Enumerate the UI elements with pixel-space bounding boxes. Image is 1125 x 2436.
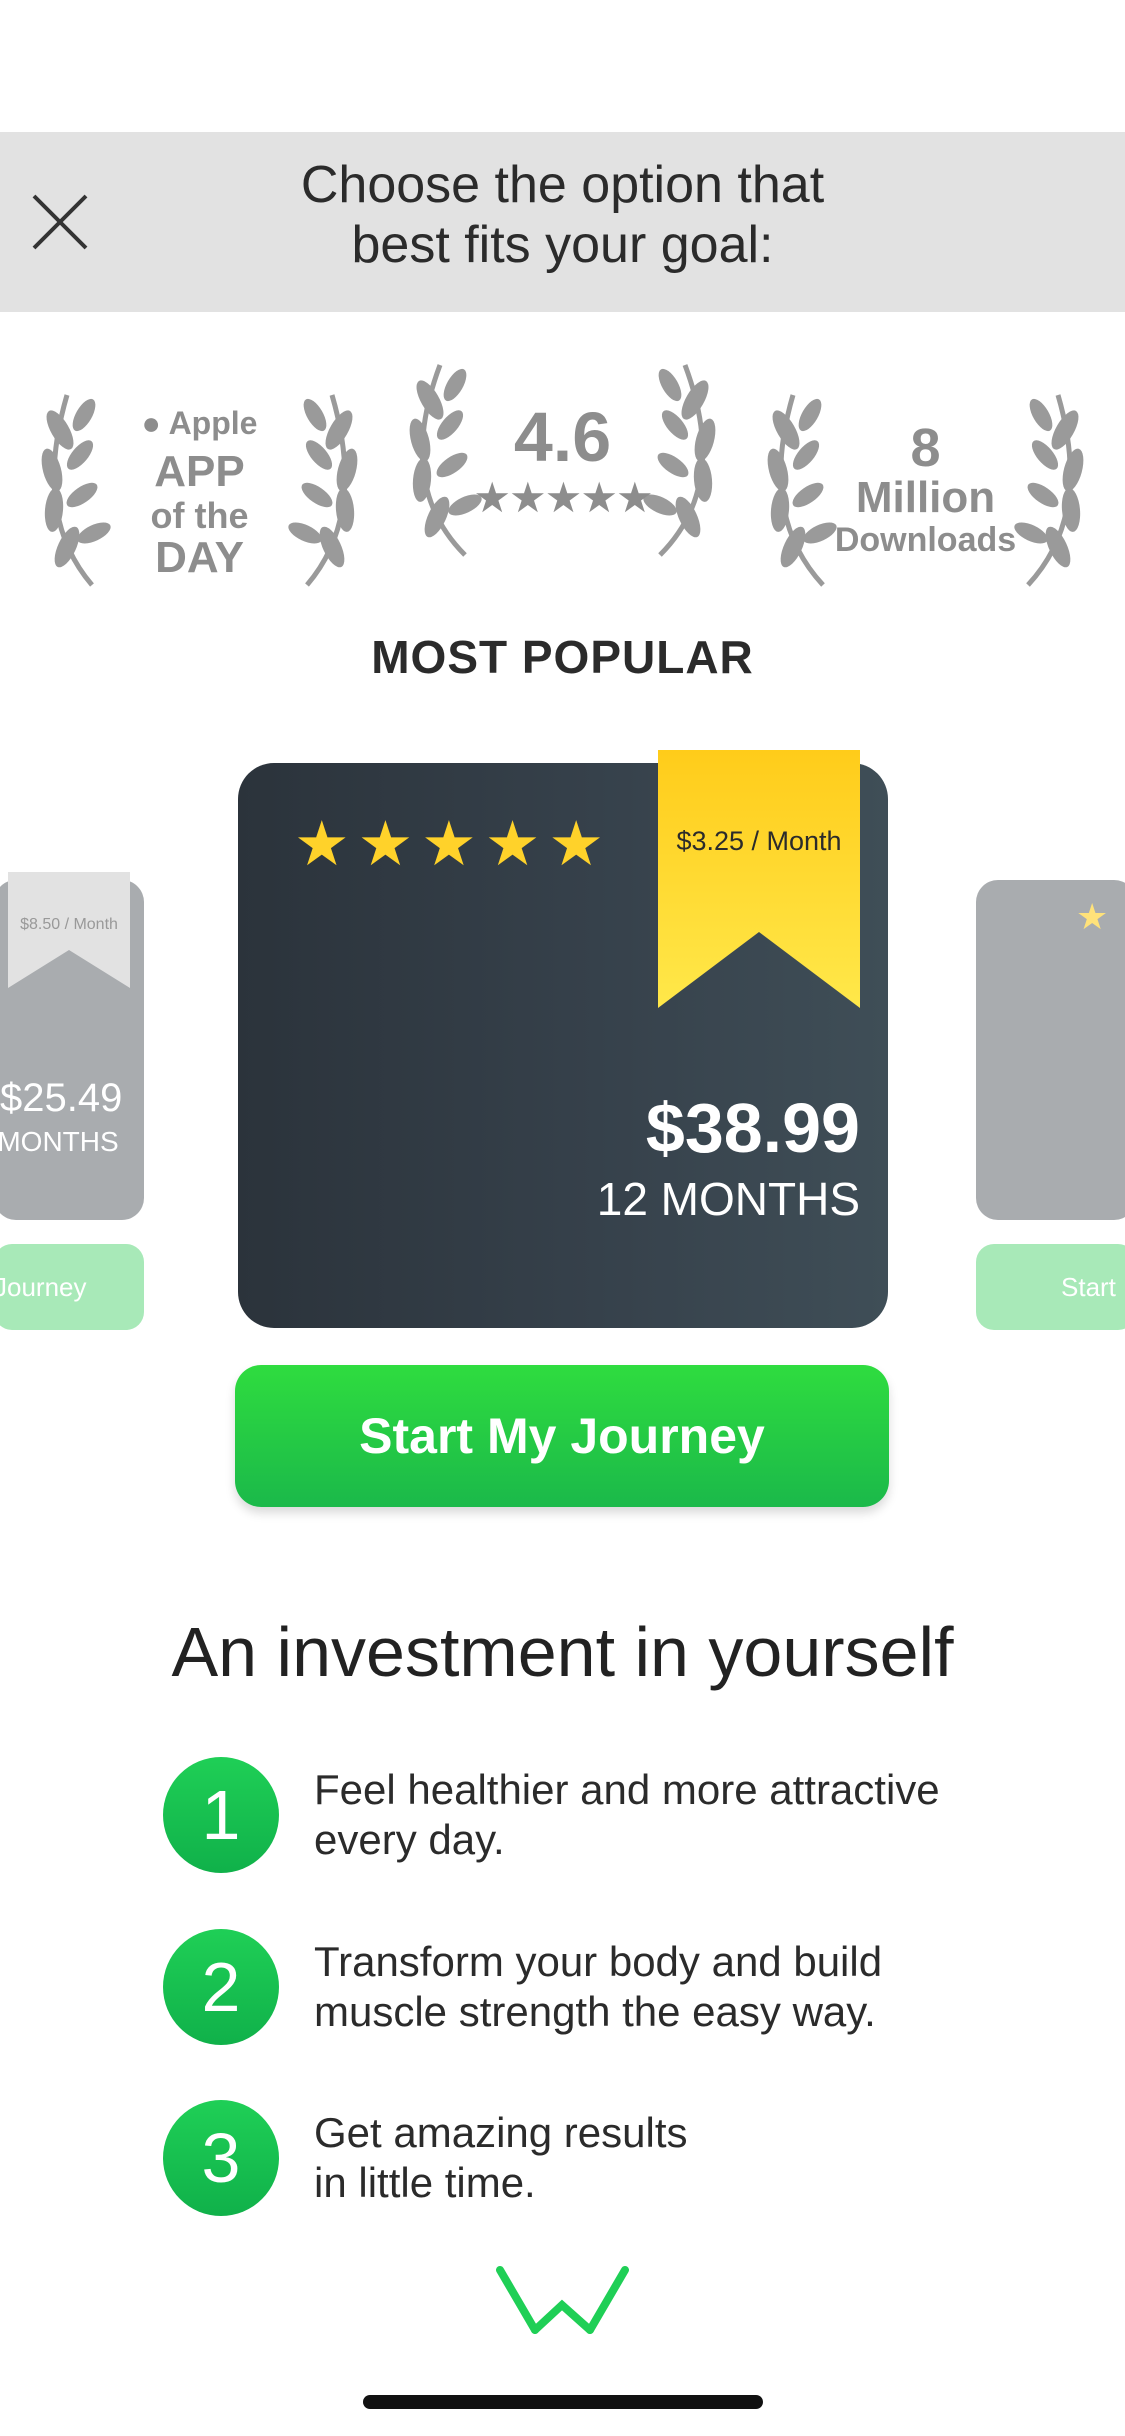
downloads-count: 8 <box>910 418 941 478</box>
plan-card-right[interactable]: ★ <box>976 880 1125 1220</box>
rating-stars-icon: ★★★★★ <box>473 474 653 521</box>
downloads-million: Million <box>855 473 996 522</box>
benefit-text: Transform your body and build muscle str… <box>314 1937 1014 2037</box>
benefit-line: Get amazing results <box>314 2109 688 2156</box>
start-my-journey-button[interactable]: Start My Journey <box>235 1365 889 1507</box>
benefit-text: Feel healthier and more attractive every… <box>314 1765 1014 1865</box>
plan-per-month: $3.25 / Month <box>676 826 842 856</box>
apple-logo-icon: ● <box>141 405 161 441</box>
home-indicator[interactable] <box>363 2395 763 2409</box>
plan-button-label: Start <box>1061 1272 1116 1302</box>
benefit-number-badge: 1 <box>163 1757 279 1873</box>
award-of-the-text: of the <box>150 495 249 536</box>
plan-price: $25.49 <box>0 1076 123 1120</box>
plan-card-6-months[interactable]: $8.50 / Month $25.49 6 MONTHS <box>0 872 144 1220</box>
award-downloads: 8 Million Downloads <box>748 355 1103 605</box>
chevron-down-icon[interactable] <box>495 2265 630 2335</box>
star-icon: ★ <box>1076 896 1109 937</box>
page-title-line-1: Choose the option that <box>300 156 825 214</box>
most-popular-label: MOST POPULAR <box>371 631 754 683</box>
benefit-line: muscle strength the easy way. <box>314 1988 876 2035</box>
ribbon-icon <box>658 750 860 1008</box>
award-rating: 4.6 ★★★★★ <box>385 355 740 605</box>
benefit-line: Feel healthier and more attractive <box>314 1766 940 1813</box>
close-icon[interactable] <box>28 190 92 254</box>
downloads-label: Downloads <box>834 521 1017 559</box>
award-app-text: APP <box>154 447 245 496</box>
plan-per-month: $8.50 / Month <box>20 916 118 933</box>
award-day-text: DAY <box>155 533 244 582</box>
rating-stars-icon: ★★★★★ <box>294 810 612 879</box>
page-title: Choose the option that best fits your go… <box>200 155 925 275</box>
apple-label: ● Apple <box>22 405 377 442</box>
plan-period: 12 MONTHS <box>596 1173 860 1225</box>
plan-6-months-start-button[interactable]: Journey <box>0 1244 144 1330</box>
plan-button-label: Journey <box>0 1272 87 1302</box>
benefit-number-badge: 3 <box>163 2100 279 2216</box>
award-app-of-the-day: ● Apple APP of the DAY <box>22 355 377 605</box>
benefit-line: every day. <box>314 1816 505 1863</box>
plan-right-start-button[interactable]: Start <box>976 1244 1125 1330</box>
page-title-line-2: best fits your goal: <box>351 216 774 274</box>
plan-period: 6 MONTHS <box>0 1126 119 1157</box>
benefit-line: Transform your body and build <box>314 1938 883 1985</box>
benefit-text: Get amazing results in little time. <box>314 2108 1014 2208</box>
benefit-number-badge: 2 <box>163 1929 279 2045</box>
award-apple-text: Apple <box>168 405 258 441</box>
investment-title: An investment in yourself <box>171 1613 954 1691</box>
rating-value: 4.6 <box>513 398 612 476</box>
plan-price: $38.99 <box>645 1089 860 1167</box>
benefit-line: in little time. <box>314 2159 536 2206</box>
